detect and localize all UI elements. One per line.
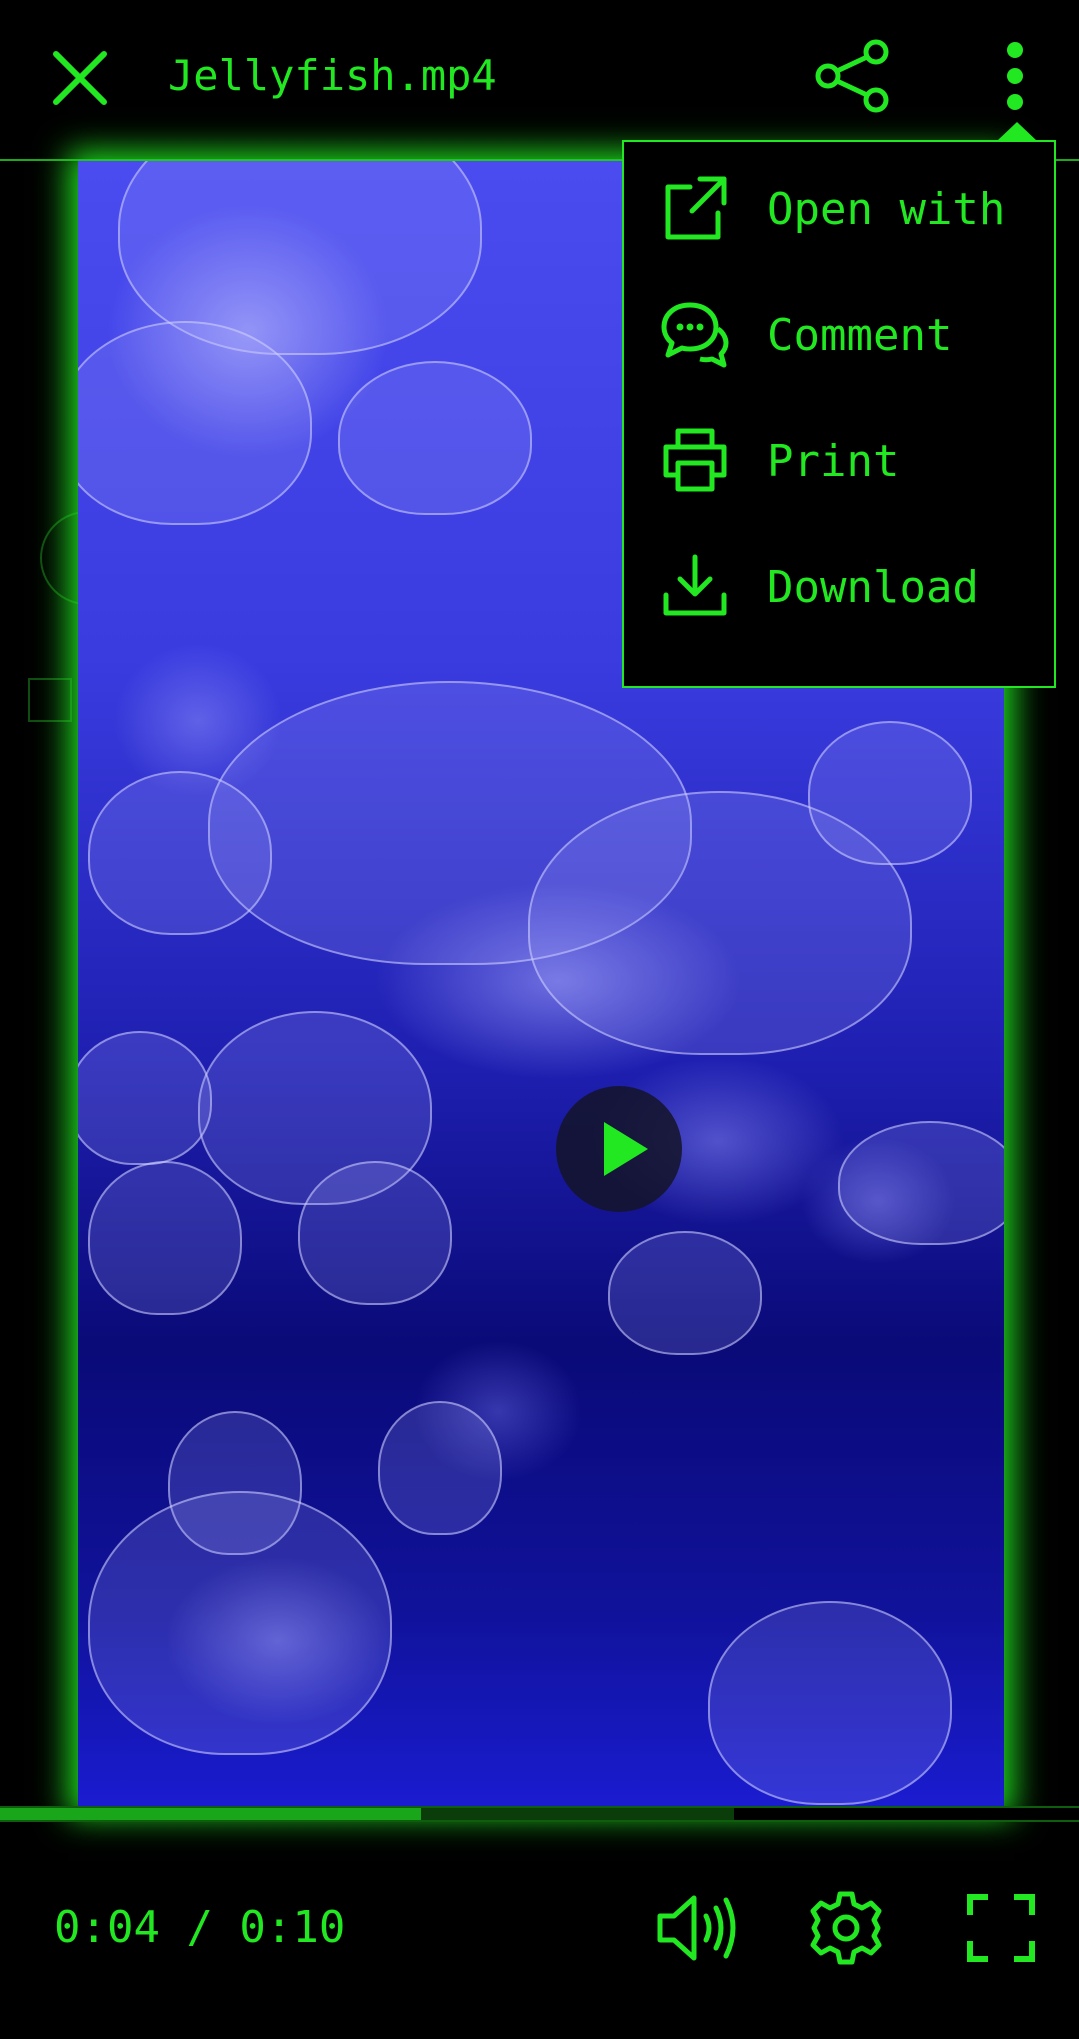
menu-item-comment[interactable]: Comment bbox=[624, 268, 1054, 394]
video-frame-detail bbox=[608, 1231, 762, 1355]
play-button[interactable] bbox=[556, 1086, 682, 1212]
video-frame-detail bbox=[808, 721, 972, 865]
close-icon bbox=[53, 51, 107, 105]
more-options-button[interactable] bbox=[990, 36, 1040, 116]
settings-button[interactable] bbox=[808, 1890, 884, 1966]
menu-item-label: Comment bbox=[767, 310, 953, 361]
volume-icon bbox=[657, 1895, 736, 1961]
menu-item-label: Download bbox=[767, 562, 979, 613]
share-button[interactable] bbox=[812, 36, 892, 116]
video-frame-detail bbox=[78, 1031, 212, 1165]
seek-bar-progress bbox=[0, 1808, 421, 1820]
video-frame-detail bbox=[838, 1121, 1004, 1245]
download-icon bbox=[663, 554, 727, 616]
menu-item-print[interactable]: Print bbox=[624, 394, 1054, 520]
close-button[interactable] bbox=[48, 46, 112, 110]
menu-item-open-with[interactable]: Open with bbox=[624, 142, 1054, 268]
more-vertical-icon bbox=[1007, 42, 1023, 110]
share-icon bbox=[815, 39, 889, 113]
video-frame-detail bbox=[338, 361, 532, 515]
video-frame-detail bbox=[78, 321, 312, 525]
menu-item-label: Print bbox=[767, 436, 900, 487]
overflow-menu: Open with Comment Print Download bbox=[622, 140, 1056, 688]
time-display: 0:04 / 0:10 bbox=[54, 1902, 346, 1953]
seek-bar[interactable] bbox=[0, 1806, 1079, 1822]
video-frame-detail bbox=[378, 1401, 502, 1535]
video-frame-detail bbox=[708, 1601, 952, 1805]
gear-icon bbox=[810, 1891, 882, 1965]
open-external-icon bbox=[665, 176, 727, 240]
menu-pointer bbox=[998, 122, 1036, 140]
printer-icon bbox=[663, 428, 727, 492]
background-checkbox bbox=[28, 678, 72, 722]
video-frame-detail bbox=[298, 1161, 452, 1305]
video-frame-detail bbox=[88, 771, 272, 935]
file-title: Jellyfish.mp4 bbox=[168, 51, 497, 100]
volume-button[interactable] bbox=[654, 1890, 738, 1966]
fullscreen-icon bbox=[967, 1894, 1035, 1962]
background-panel bbox=[0, 161, 134, 1807]
menu-item-download[interactable]: Download bbox=[624, 520, 1054, 646]
top-bar: Jellyfish.mp4 bbox=[0, 0, 1079, 161]
menu-item-label: Open with bbox=[767, 184, 1006, 235]
video-frame-detail bbox=[88, 1161, 242, 1315]
fullscreen-button[interactable] bbox=[966, 1893, 1036, 1963]
play-icon bbox=[604, 1122, 648, 1176]
comment-icon bbox=[661, 302, 729, 368]
video-frame-detail bbox=[88, 1491, 392, 1755]
